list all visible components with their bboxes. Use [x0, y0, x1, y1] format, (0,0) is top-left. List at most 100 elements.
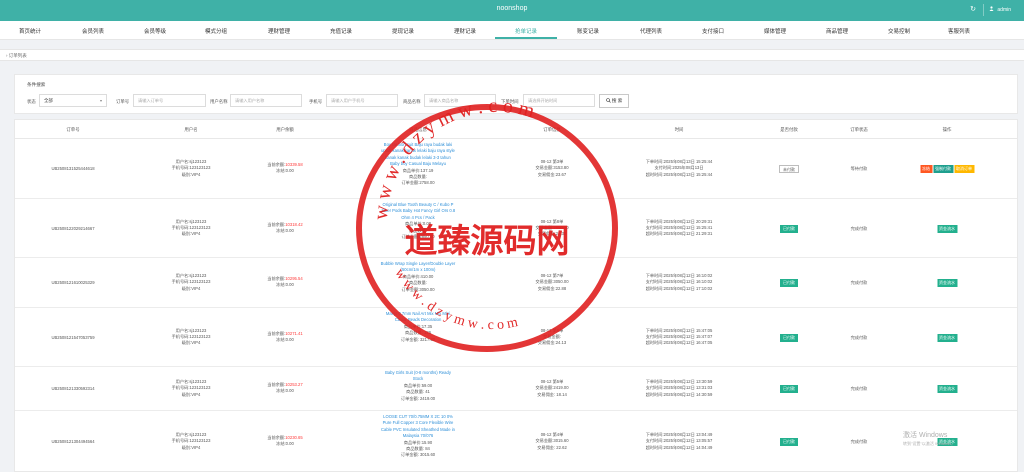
column-header-2: 用户余额	[276, 127, 294, 132]
time-info: 下单时间:2025年08月12日 13:30:59 支付时间:2025年08月12…	[646, 379, 713, 398]
time-line: 支付时间:2025年08月12日 16:10:02	[645, 279, 713, 285]
nav-item-8[interactable]: 抢单记录	[515, 27, 537, 35]
time-info: 下单时间:2025年08月12日 13:04:49 支付时间:2025年08月12…	[646, 432, 713, 451]
phone-input[interactable]: 请输入用户手机号	[326, 94, 398, 107]
operations: 资金流水	[937, 333, 958, 342]
chevron-right-icon: ›	[6, 53, 8, 58]
nav-item-1[interactable]: 会员列表	[82, 27, 104, 35]
time-line: 超时时间:2025年08月12日 17:10:02	[645, 285, 713, 291]
chevron-down-icon: ▾	[99, 98, 102, 103]
user-info: 用户名:sj123123 手机号码:123123123 级别:VIP4	[172, 159, 211, 178]
order-info: 08-12 第7单 交易金额:3050.00 交易佣金:22.88	[535, 273, 568, 292]
pay-status: 已付款	[780, 333, 798, 342]
goods-info: Manjo 0.7mm Nail Art Mix Mix Mini Caviar…	[380, 311, 456, 343]
table-header: 订单号 用户名 用户余额 商品信息 订单信息 时间 是否付款 订单状态 操作	[15, 120, 1017, 139]
nav-item-12[interactable]: 媒体管理	[764, 27, 786, 35]
user-menu[interactable]: admin	[989, 6, 1013, 13]
balance-value: 10318.42	[285, 221, 303, 227]
main-nav: 首页统计 会员列表 会员等级 模式分组 理财管理 充值记录 提现记录 理财记录 抢单记录 账变记录…	[0, 21, 1024, 40]
nav-item-6[interactable]: 提现记录	[392, 27, 414, 35]
time-line: 支付时间:2025年08月12日 13:05:57	[645, 438, 713, 444]
pay-badge: 已付款	[780, 333, 798, 342]
balance-value: 10339.58	[285, 162, 303, 167]
balance-info: 当前余额:10253.27 冻结:0.00	[267, 382, 302, 395]
user-line: 手机号码:123123123	[171, 165, 211, 171]
nav-item-5[interactable]: 充值记录	[330, 27, 352, 35]
nav-item-10[interactable]: 代理列表	[640, 27, 662, 35]
breadcrumb-label: 订单列表	[8, 53, 27, 58]
pay-badge: 已付款	[780, 224, 798, 233]
search-button-label: 搜 索	[611, 98, 623, 103]
column-header-0: 订单号	[66, 127, 80, 132]
op-button-green[interactable]: 资金流水	[937, 333, 957, 342]
op-button-yellow[interactable]: 取消订单	[954, 165, 974, 173]
order-input[interactable]: 请输入订单号	[133, 94, 206, 107]
user-line: 级别:VIP4	[181, 231, 201, 237]
phone-label: 手机号	[309, 99, 323, 104]
goods-total: 订单金额: 2419.00	[400, 395, 436, 401]
table-row: UB2508121330592314 用户名:sj123123 手机号码:12312…	[15, 367, 1017, 411]
order-status: 完成付款	[850, 386, 868, 391]
nav-item-0[interactable]: 首页统计	[19, 27, 41, 35]
frozen-amount: 冻结:0.00	[276, 227, 294, 233]
nav-item-15[interactable]: 客服列表	[948, 27, 970, 35]
nav-item-3[interactable]: 模式分组	[205, 27, 227, 35]
order-info: 08-12 第6单 交易金额: 交易佣金:24.13	[538, 328, 566, 347]
time-line: 超时时间:2025年08月13日 15:25:44	[645, 171, 713, 177]
order-status: 完成付款	[850, 225, 868, 231]
op-button-green[interactable]: 资金流水	[937, 279, 957, 287]
frozen-amount: 冻结:0.00	[276, 388, 294, 394]
goods-name[interactable]: Baby Girls Suit (0-8 months) Ready Stock	[380, 370, 456, 383]
goods-info: Baby Girls Suit (0-8 months) Ready Stock…	[380, 370, 456, 402]
goods-name[interactable]: Bubble Wrap Single Layer/Double Layer (5…	[380, 261, 456, 274]
user-line: 手机号码:123123123	[171, 224, 211, 230]
order-id: UB2508121304494564	[51, 438, 95, 444]
order-label: 订单号	[116, 99, 130, 104]
nav-item-11[interactable]: 支付接口	[702, 27, 724, 35]
goods-total: 订单金额:2850.00	[401, 234, 435, 240]
nav-item-4[interactable]: 理财管理	[268, 27, 290, 35]
op-button-teal[interactable]: 强制付款	[933, 165, 953, 173]
refresh-icon[interactable]: ↻	[966, 3, 980, 17]
order-info-line: 交易金额:3015.60	[535, 438, 569, 444]
user-input[interactable]: 请输入用户名称	[230, 94, 302, 107]
nav-item-7[interactable]: 理财记录	[454, 27, 476, 35]
operations: 资金流水	[937, 279, 958, 287]
column-header-8: 操作	[942, 127, 952, 132]
column-header-3: 商品信息	[409, 127, 427, 132]
topbar-divider	[983, 4, 984, 16]
goods-input[interactable]: 请输入商品名称	[424, 94, 496, 107]
op-button-red[interactable]: 冻结	[920, 165, 932, 173]
nav-item-14[interactable]: 交易控制	[888, 27, 910, 35]
top-bar: noonshop ↻ admin	[0, 0, 1024, 21]
time-input[interactable]: 请选择开始时间	[523, 94, 595, 107]
user-label: 用户名称	[210, 99, 228, 104]
user-info: 用户名:sj123123 手机号码:123123123 级别:VIP4	[172, 432, 211, 451]
status-value: 全部	[44, 98, 53, 103]
goods-total: 订单金额:2758.00	[401, 180, 435, 186]
order-id: UB2508121330592314	[51, 385, 95, 391]
goods-info: Boy fashion suit Baju raya budak laki un…	[380, 142, 456, 187]
nav-item-9[interactable]: 账变记录	[577, 27, 599, 35]
goods-name[interactable]: Original Blue Tooth Beauty C / Kubo P Jo…	[380, 202, 456, 221]
nav-item-13[interactable]: 商品管理	[826, 27, 848, 35]
user-line: 级别:VIP4	[181, 171, 201, 177]
column-header-4: 订单信息	[543, 127, 561, 132]
order-info-line: 交易金额:3050.00	[535, 279, 569, 285]
op-button-green[interactable]: 资金流水	[937, 385, 957, 393]
user-line: 手机号码:123123123	[171, 279, 211, 285]
balance-value: 10253.27	[285, 382, 303, 387]
goods-name[interactable]: LOOSE CUT 70/0.75MM X 2C 10 0% Pure Full…	[380, 414, 456, 440]
breadcrumb-current[interactable]: › 订单列表	[6, 53, 27, 59]
filter-title: 条件搜索	[27, 82, 46, 87]
frozen-amount: 冻结:0.00	[276, 282, 294, 288]
goods-name[interactable]: Manjo 0.7mm Nail Art Mix Mix Mini Caviar…	[380, 311, 456, 324]
time-line: 支付时间:2025年08月12日 15:25:41	[645, 224, 713, 230]
status-select[interactable]: 全部 ▾	[39, 94, 107, 107]
pay-status: 已付款	[780, 385, 798, 393]
op-button-green[interactable]: 资金流水	[937, 224, 957, 233]
nav-item-2[interactable]: 会员等级	[144, 27, 166, 35]
order-info-line: 交易佣金:23.67	[537, 171, 567, 177]
goods-name[interactable]: Boy fashion suit Baju raya budak laki un…	[380, 142, 456, 168]
search-button[interactable]: 搜 索	[599, 94, 629, 108]
